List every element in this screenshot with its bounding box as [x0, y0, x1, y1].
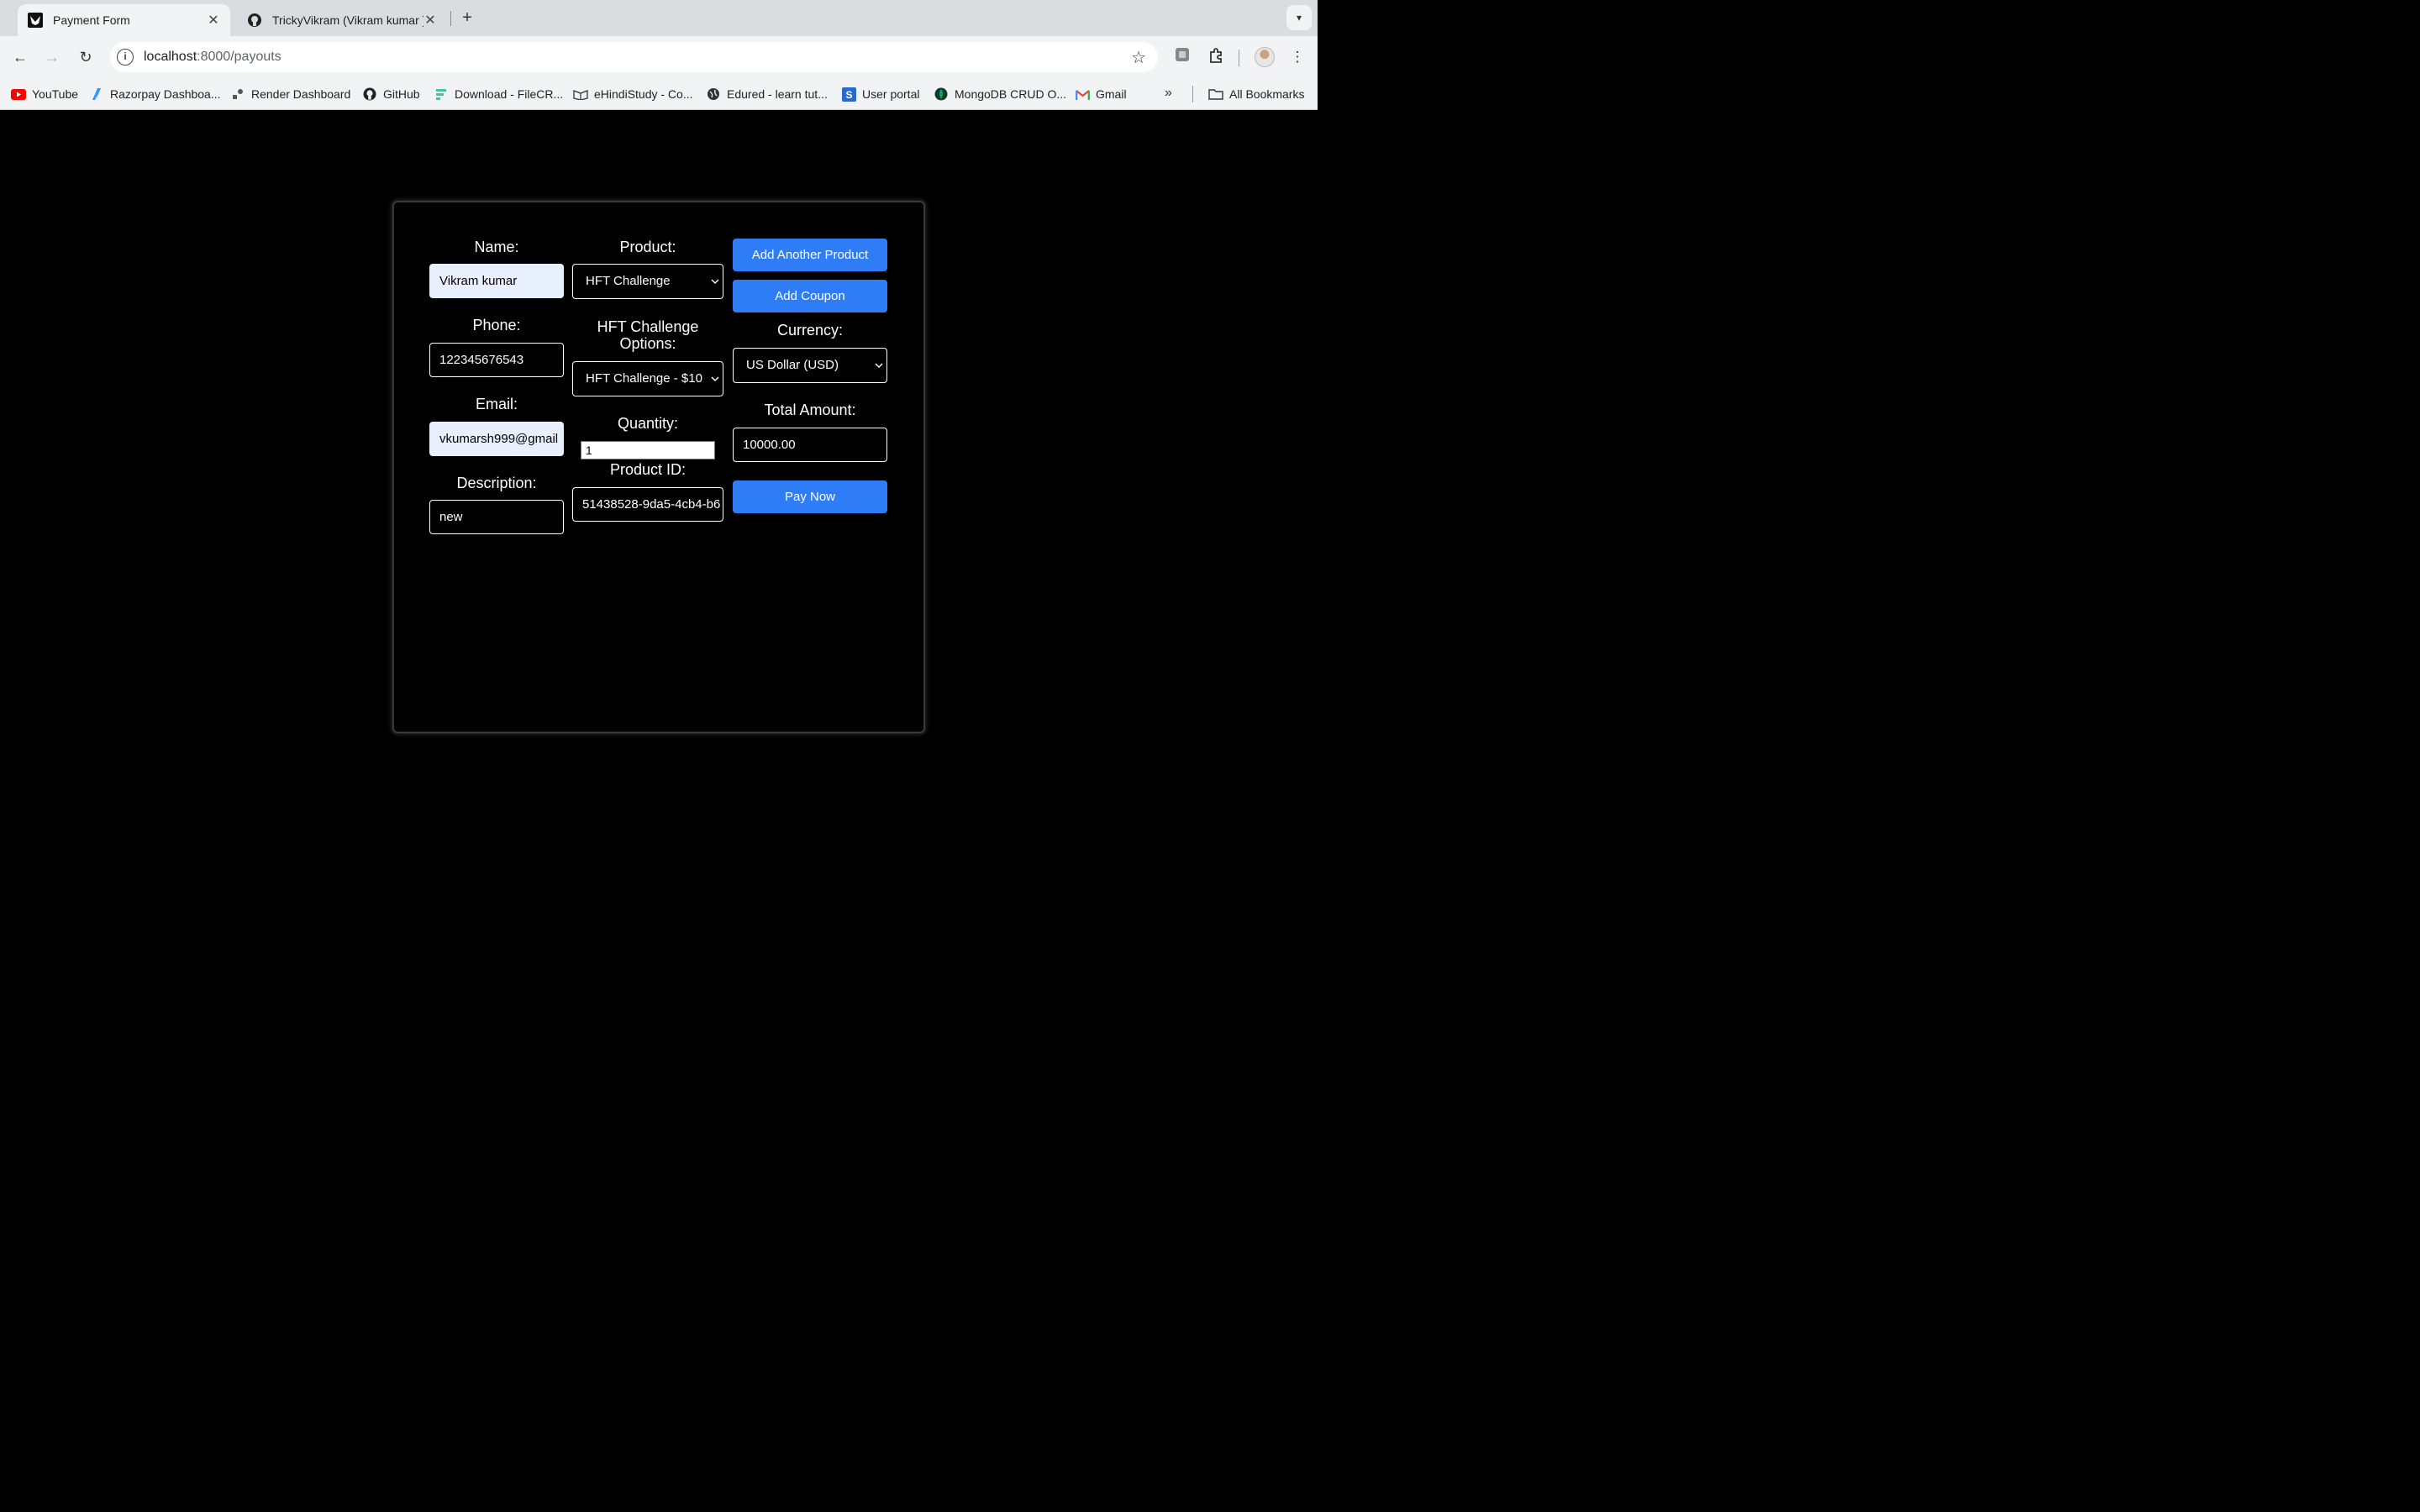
bookmark-user-portal[interactable]: S User portal [841, 86, 919, 102]
bookmark-label: eHindiStudy - Co... [594, 87, 693, 101]
bookmark-ehindistudy[interactable]: eHindiStudy - Co... [573, 86, 693, 102]
extensions-puzzle-icon[interactable] [1206, 47, 1226, 67]
github-icon [362, 87, 377, 101]
bookmark-label: User portal [862, 87, 920, 101]
owl-logo-icon [28, 13, 43, 28]
bookmark-render[interactable]: Render Dashboard [230, 86, 350, 102]
gmail-icon [1075, 87, 1090, 101]
bookmark-label: Render Dashboard [251, 87, 351, 101]
svg-text:S: S [845, 89, 852, 101]
currency-select[interactable]: US Dollar (USD) [733, 348, 887, 383]
add-coupon-button[interactable]: Add Coupon [733, 280, 887, 312]
quantity-label: Quantity: [617, 415, 679, 432]
page-content: Name: Vikram kumar Phone: 122345676543 E… [0, 111, 1318, 823]
address-bar[interactable]: i localhost:8000/payouts ☆ [110, 42, 1158, 72]
folder-icon [1208, 87, 1223, 101]
youtube-icon [11, 87, 26, 101]
url-text[interactable]: localhost:8000/payouts [144, 50, 281, 65]
bookmark-label: YouTube [32, 87, 79, 101]
new-tab-icon[interactable]: + [458, 8, 476, 27]
name-input[interactable]: Vikram kumar [429, 264, 564, 298]
mongodb-icon [934, 87, 949, 101]
bookmark-label: Razorpay Dashboa... [110, 87, 221, 101]
total-amount-input[interactable]: 10000.00 [733, 428, 887, 462]
user-portal-icon: S [841, 87, 856, 102]
bookmark-label: GitHub [383, 87, 420, 101]
url-host: localhost [144, 50, 197, 64]
site-info-icon[interactable]: i [117, 49, 134, 66]
product-select[interactable]: HFT Challenge [572, 264, 723, 299]
tab-search-icon[interactable]: ▾ [1286, 5, 1312, 30]
bookmark-razorpay[interactable]: Razorpay Dashboa... [89, 86, 221, 102]
razorpay-icon [89, 87, 104, 101]
currency-select-value: US Dollar (USD) [746, 358, 839, 372]
profile-avatar[interactable] [1255, 47, 1275, 67]
bookmark-gmail[interactable]: Gmail [1075, 86, 1127, 102]
total-amount-label: Total Amount: [764, 402, 856, 418]
email-label: Email: [475, 396, 518, 412]
product-label: Product: [619, 239, 676, 255]
extension-screen-icon[interactable] [1172, 47, 1192, 67]
url-path: :8000/payouts [197, 50, 281, 64]
bookmark-edured[interactable]: Edured - learn tut... [706, 86, 828, 102]
globe-icon [706, 87, 721, 101]
chevron-down-icon [875, 349, 883, 382]
bookmarks-divider [1192, 86, 1193, 102]
tab-title: TrickyVikram (Vikram kumar ) [272, 13, 424, 27]
tab-strip: Payment Form ✕ TrickyVikram (Vikram kuma… [0, 0, 1318, 36]
description-label: Description: [456, 475, 537, 491]
bookmark-filecr[interactable]: Download - FileCR... [434, 86, 563, 102]
chevron-down-icon [711, 265, 719, 298]
phone-input[interactable]: 122345676543 [429, 343, 564, 377]
bookmark-label: Download - FileCR... [455, 87, 564, 101]
currency-label: Currency: [776, 322, 844, 339]
bookmark-github[interactable]: GitHub [362, 86, 420, 102]
tab-separator [450, 11, 451, 26]
description-input[interactable]: new [429, 500, 564, 534]
more-bookmarks-chevron-icon[interactable]: » [1165, 86, 1172, 101]
options-select-value: HFT Challenge - $10 [586, 371, 702, 386]
phone-label: Phone: [472, 317, 521, 333]
back-arrow-icon[interactable]: ← [10, 47, 30, 67]
tab-title: Payment Form [53, 13, 130, 27]
bookmark-mongodb[interactable]: MongoDB CRUD O... [934, 86, 1066, 102]
close-tab-icon[interactable]: ✕ [207, 12, 220, 29]
add-another-product-button[interactable]: Add Another Product [733, 239, 887, 271]
tab-payment-form[interactable]: Payment Form ✕ [18, 4, 230, 36]
bookmark-star-icon[interactable]: ☆ [1131, 47, 1146, 68]
chevron-down-icon [711, 362, 719, 396]
book-icon [573, 87, 588, 101]
name-label: Name: [474, 239, 519, 255]
bookmark-label: All Bookmarks [1229, 87, 1305, 101]
close-tab-icon[interactable]: ✕ [424, 12, 437, 29]
options-select[interactable]: HFT Challenge - $10 [572, 361, 723, 396]
product-id-label: Product ID: [609, 461, 687, 478]
bookmark-label: MongoDB CRUD O... [955, 87, 1067, 101]
product-id-input[interactable]: 51438528-9da5-4cb4-b6 [572, 487, 723, 522]
bookmark-youtube[interactable]: YouTube [11, 86, 78, 102]
email-input[interactable]: vkumarsh999@gmail [429, 422, 564, 456]
github-icon [247, 13, 262, 28]
tab-github-profile[interactable]: TrickyVikram (Vikram kumar ) ✕ [237, 4, 447, 36]
forward-arrow-icon[interactable]: → [42, 47, 62, 67]
bookmark-label: Gmail [1096, 87, 1127, 101]
all-bookmarks-folder[interactable]: All Bookmarks [1208, 86, 1304, 102]
product-select-value: HFT Challenge [586, 274, 671, 288]
filecr-icon [434, 87, 449, 101]
quantity-input[interactable]: 1 [581, 441, 715, 459]
menu-kebab-icon[interactable]: ⋮ [1287, 47, 1307, 67]
reload-icon[interactable]: ↻ [76, 47, 96, 67]
options-label: HFT Challenge Options: [597, 318, 699, 352]
bookmark-label: Edured - learn tut... [727, 87, 828, 101]
browser-toolbar: ← → ↻ i localhost:8000/payouts ☆ ⋮ [0, 36, 1318, 78]
pay-now-button[interactable]: Pay Now [733, 480, 887, 513]
render-icon [230, 87, 245, 101]
bookmarks-bar: YouTube Razorpay Dashboa... Render Dashb… [0, 78, 1318, 110]
